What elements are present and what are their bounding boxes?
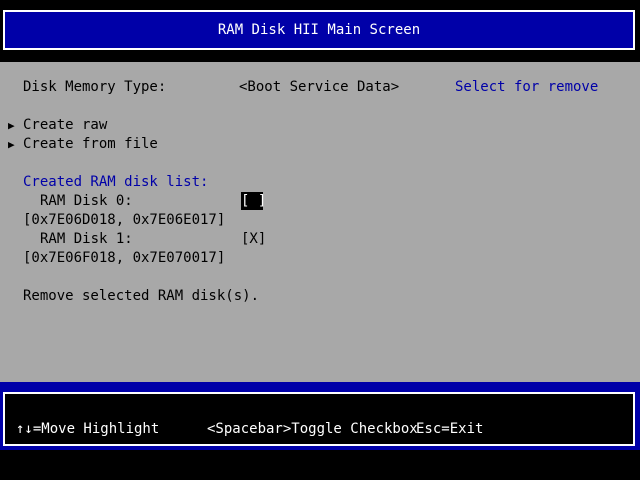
ram-disk-0-range: [0x7E06D018, 0x7E06E017] [23, 212, 226, 228]
ram-disk-0-label: RAM Disk 0: [40, 193, 133, 209]
ram-disk-list-title: Created RAM disk list: [23, 174, 209, 190]
ram-disk-0-checkbox[interactable]: [ ] [241, 192, 266, 210]
ram-disk-1-range: [0x7E06F018, 0x7E070017] [23, 250, 226, 266]
ram-disk-1-checkbox[interactable]: [X] [241, 230, 266, 248]
disk-memory-type-label: Disk Memory Type: [23, 79, 167, 95]
page-title: RAM Disk HII Main Screen [217, 22, 421, 38]
title-bar: RAM Disk HII Main Screen [3, 10, 635, 50]
help-text: Select for remove [455, 79, 599, 95]
disk-memory-type-select[interactable]: <Boot Service Data> [239, 78, 399, 97]
create-from-file-label: Create from file [23, 136, 158, 152]
remove-selected-button[interactable]: Remove selected RAM disk(s). [23, 287, 259, 306]
toggle-checkbox-help: <Spacebar>Toggle Checkbox [207, 421, 418, 437]
header: RAM Disk HII Main Screen [0, 0, 640, 62]
create-raw-label: Create raw [23, 117, 108, 133]
bottom-border [0, 450, 640, 480]
ram-disk-1-label: RAM Disk 1: [40, 231, 133, 247]
move-highlight-help: ↑↓=Move Highlight [16, 421, 160, 437]
submenu-arrow-icon: ▶ [8, 119, 15, 132]
exit-help: Esc=Exit [416, 421, 484, 437]
submenu-arrow-icon: ▶ [8, 138, 15, 151]
